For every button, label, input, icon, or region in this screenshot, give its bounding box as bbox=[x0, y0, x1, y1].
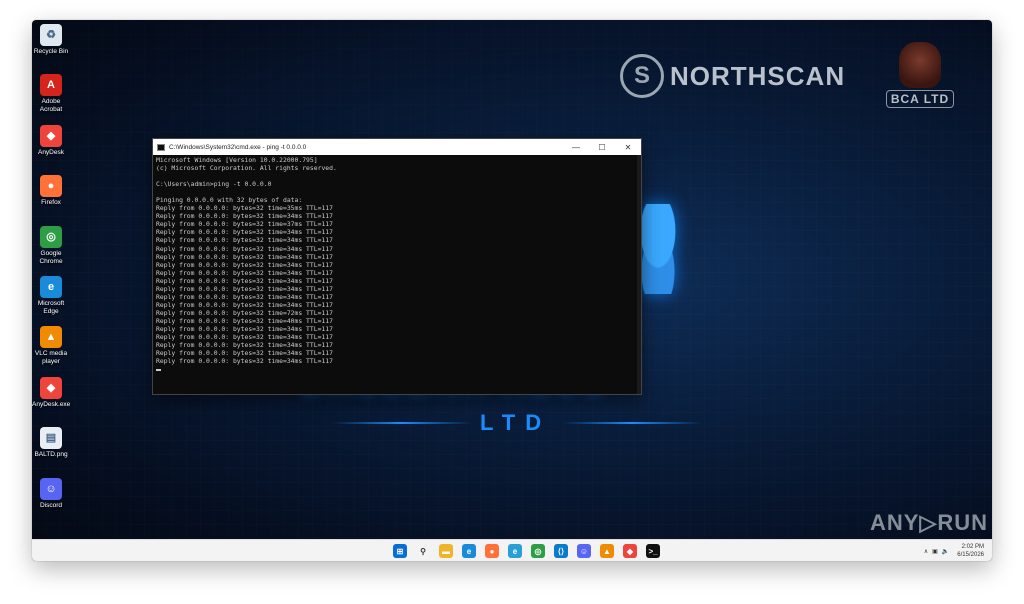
text-cursor bbox=[156, 369, 161, 372]
clock-time: 2:02 PM bbox=[961, 544, 984, 550]
cmd-icon bbox=[157, 143, 165, 151]
network-icon[interactable]: ▣ bbox=[932, 548, 938, 555]
chrome-icon: ◎ bbox=[40, 225, 62, 248]
acrobat-icon: A bbox=[40, 74, 62, 97]
system-tray: ∧ ▣ 🔈 2:02 PM 6/15/2026 bbox=[924, 543, 984, 559]
cmd-window[interactable]: C:\Windows\System32\cmd.exe - ping -t 0.… bbox=[152, 138, 642, 395]
desktop-icon-label: Adobe Acrobat bbox=[39, 98, 63, 114]
desktop-icon[interactable]: ◆ AnyDesk.exe bbox=[32, 376, 71, 409]
bca-text: BCA LTD bbox=[885, 90, 955, 108]
desktop-icon-label: BALTD.png bbox=[34, 451, 68, 459]
clock-date: 6/15/2026 bbox=[957, 552, 984, 558]
close-button[interactable]: ✕ bbox=[615, 139, 641, 155]
vscode-icon[interactable]: ⟨⟩ bbox=[554, 544, 568, 558]
bca-mascot-icon bbox=[899, 42, 941, 88]
cmd-output-text: Microsoft Windows [Version 10.0.22000.79… bbox=[156, 156, 337, 366]
desktop-icon-label: AnyDesk.exe bbox=[32, 400, 71, 408]
vlc-icon: ▲ bbox=[40, 326, 62, 349]
tray-chevron-icon[interactable]: ∧ bbox=[924, 548, 928, 555]
desktop-icon-label: Google Chrome bbox=[39, 249, 63, 265]
cmd-title: C:\Windows\System32\cmd.exe - ping -t 0.… bbox=[169, 143, 307, 151]
firefox-icon[interactable]: ● bbox=[485, 544, 499, 558]
wallpaper-brand-ltd: LTD bbox=[480, 410, 552, 435]
cmd-titlebar[interactable]: C:\Windows\System32\cmd.exe - ping -t 0.… bbox=[153, 139, 641, 155]
image-file-icon: ▤ bbox=[40, 427, 62, 450]
anydesk-exe-icon: ◆ bbox=[40, 376, 62, 399]
anydesk-icon: ◆ bbox=[40, 124, 62, 147]
desktop-icon[interactable]: ☺ Discord bbox=[32, 477, 70, 510]
divider bbox=[562, 422, 702, 424]
cmd-icon[interactable]: >_ bbox=[646, 544, 660, 558]
scrollbar[interactable] bbox=[637, 155, 641, 394]
discord-icon[interactable]: ☺ bbox=[577, 544, 591, 558]
desktop-icon[interactable]: ▤ BALTD.png bbox=[32, 427, 70, 459]
desktop-icon[interactable]: e Microsoft Edge bbox=[32, 276, 70, 316]
cmd-output[interactable]: Microsoft Windows [Version 10.0.22000.79… bbox=[153, 155, 641, 374]
firefox-icon: ● bbox=[40, 175, 62, 198]
edge-icon: e bbox=[40, 276, 62, 298]
search-icon[interactable]: ⚲ bbox=[416, 544, 430, 558]
northscan-logo: S NORTHSCAN bbox=[620, 54, 845, 98]
vlc-icon[interactable]: ▲ bbox=[600, 544, 614, 558]
northscan-emblem-icon: S bbox=[620, 54, 664, 98]
desktop-icon[interactable]: ♻ Recycle Bin bbox=[32, 24, 70, 56]
desktop-icon[interactable]: A Adobe Acrobat bbox=[32, 74, 70, 114]
edge-icon[interactable]: e bbox=[462, 544, 476, 558]
chrome-icon[interactable]: ◎ bbox=[531, 544, 545, 558]
desktop-icon-label: VLC media player bbox=[34, 350, 68, 366]
taskbar: ⊞ ⚲ ▬ e ● e ◎ ⟨⟩ ☺ ▲ ◆ >_ ∧ ▣ 🔈 2:02 PM 6/15/2026 bbox=[32, 539, 992, 561]
desktop: ♻ Recycle Bin A Adobe Acrobat ◆ AnyDesk ● Firef… bbox=[32, 20, 992, 561]
recycle-bin-icon: ♻ bbox=[40, 24, 62, 46]
bca-logo: BCA LTD bbox=[880, 42, 960, 108]
file-explorer-icon[interactable]: ▬ bbox=[439, 544, 453, 558]
anyrun-watermark: ANY▷RUN bbox=[870, 510, 989, 535]
desktop-icon[interactable]: ◎ Google Chrome bbox=[32, 225, 70, 266]
start-icon[interactable]: ⊞ bbox=[393, 544, 407, 558]
northscan-text: NORTHSCAN bbox=[670, 60, 846, 91]
desktop-icon[interactable]: ● Firefox bbox=[32, 175, 70, 207]
desktop-icon[interactable]: ◆ AnyDesk bbox=[32, 124, 70, 157]
clock[interactable]: 2:02 PM 6/15/2026 bbox=[957, 543, 984, 559]
maximize-button[interactable]: ☐ bbox=[589, 139, 615, 155]
desktop-icon-label: Microsoft Edge bbox=[37, 300, 65, 315]
discord-icon: ☺ bbox=[40, 477, 62, 500]
desktop-icon-label: AnyDesk bbox=[37, 148, 64, 156]
desktop-icon-label: Recycle Bin bbox=[33, 48, 69, 55]
desktop-icon-label: Discord bbox=[39, 501, 63, 509]
anydesk-icon[interactable]: ◆ bbox=[623, 544, 637, 558]
desktop-icon-label: Firefox bbox=[41, 199, 61, 207]
edge-icon-2[interactable]: e bbox=[508, 544, 522, 558]
desktop-icon[interactable]: ▲ VLC media player bbox=[32, 326, 70, 366]
volume-icon[interactable]: 🔈 bbox=[942, 548, 949, 555]
divider bbox=[332, 422, 472, 424]
minimize-button[interactable]: — bbox=[563, 139, 589, 155]
